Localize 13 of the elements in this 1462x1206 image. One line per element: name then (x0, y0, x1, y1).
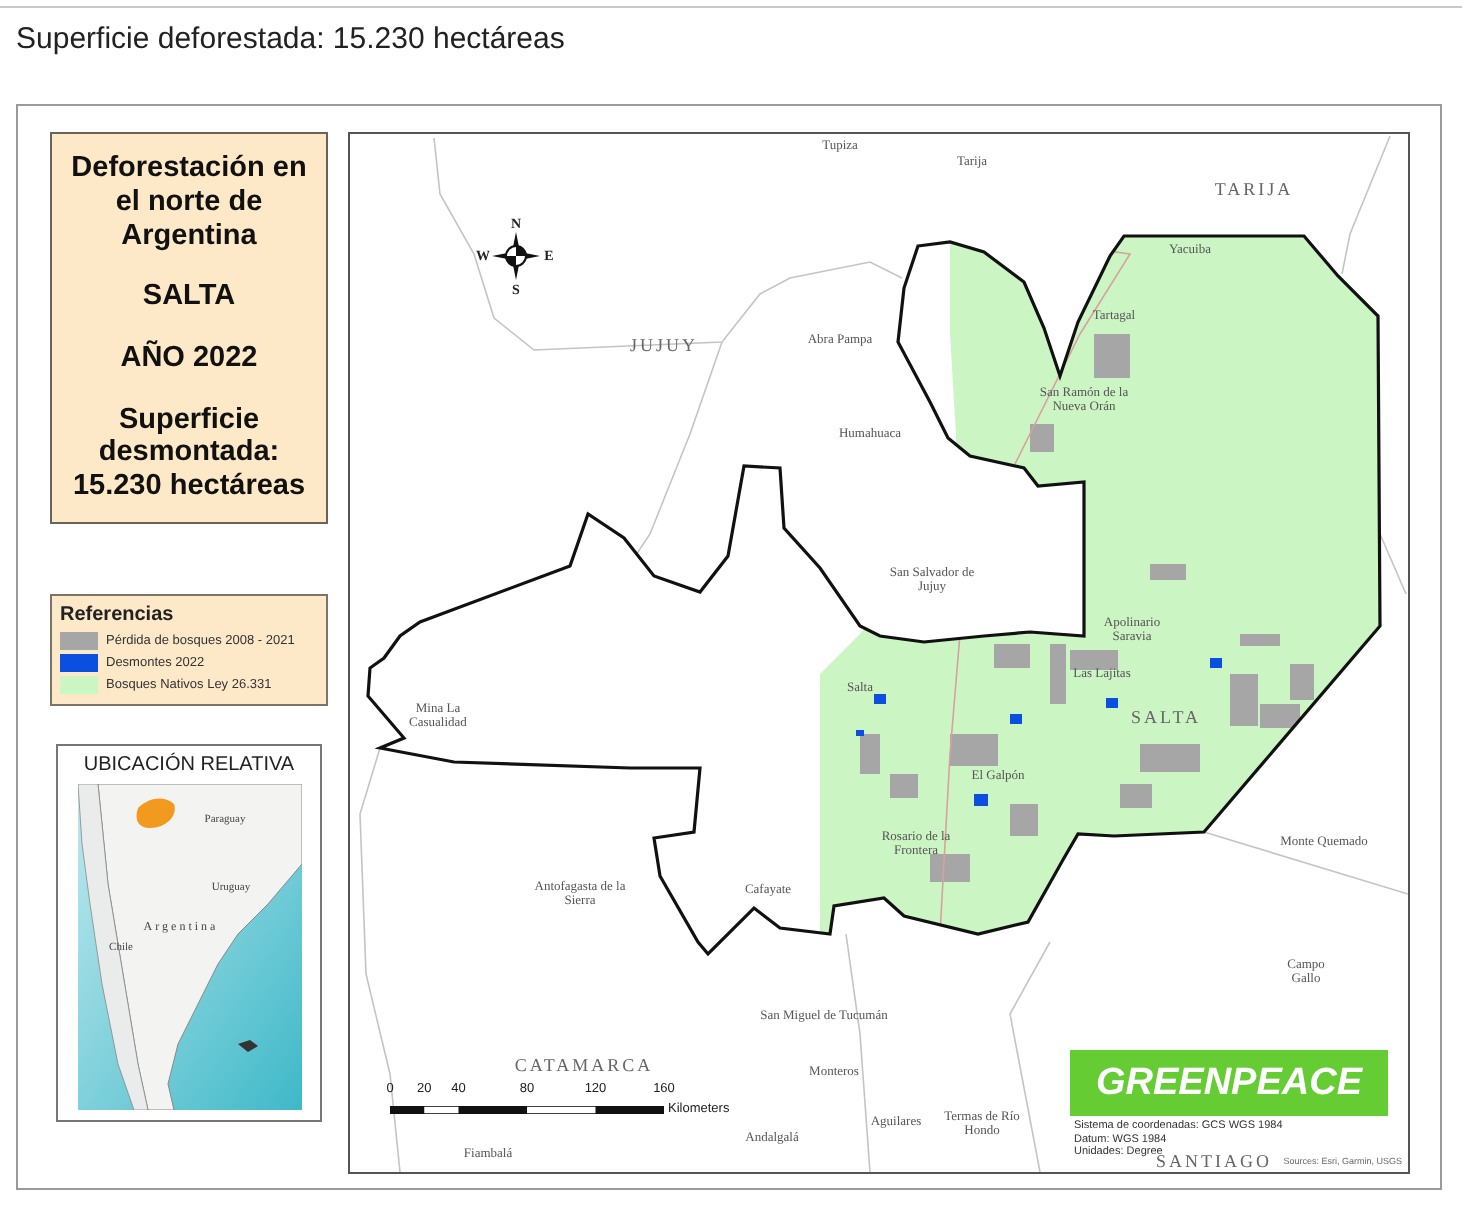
title-text: AÑO 2022 (120, 342, 258, 376)
title-text: SALTA (142, 280, 236, 314)
title-text: Superficie desmontada: 15.230 hectáreas (70, 403, 308, 504)
title-text: Deforestación en el norte de Argentina (69, 152, 309, 253)
place-label: TARIJA (1214, 180, 1294, 200)
place-label: JUJUY (630, 336, 698, 356)
legend-title: Referencias (60, 604, 176, 626)
logo: GREENPEACE (1070, 1050, 1388, 1116)
page-heading: Superficie deforestada: 15.230 hectáreas (16, 22, 567, 60)
inset-title: UBICACIÓN RELATIVA (83, 754, 295, 776)
place-label: SALTA (1131, 708, 1201, 728)
place-label: SANTIAGO (1156, 1152, 1272, 1172)
place-label: CATAMARCA (514, 1056, 654, 1076)
